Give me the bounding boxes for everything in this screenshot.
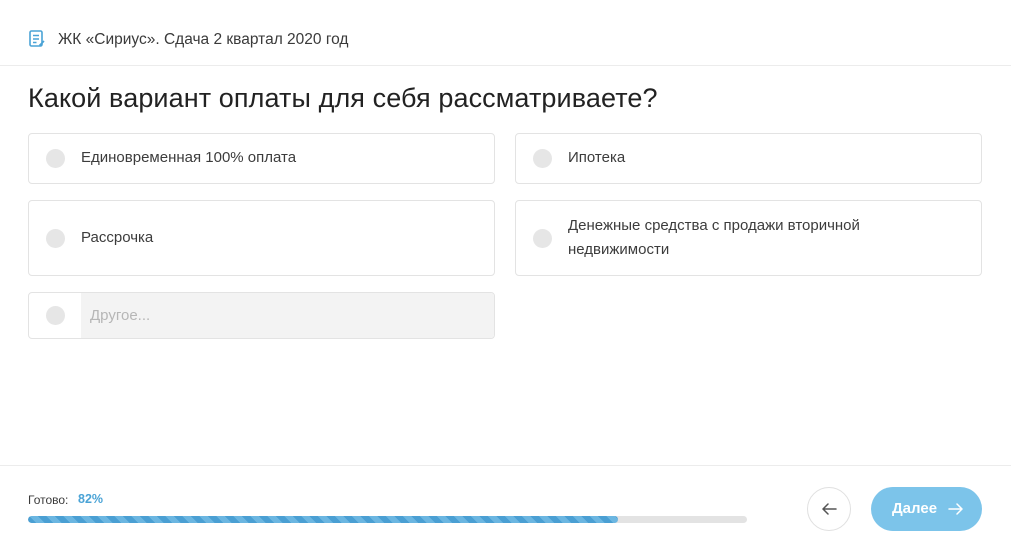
radio-button[interactable] [533,229,552,248]
arrow-right-icon [948,503,963,515]
radio-button[interactable] [46,306,65,325]
radio-button[interactable] [46,229,65,248]
option-label: Денежные средства с продажи вторичной не… [568,217,860,258]
header: ЖК «Сириус». Сдача 2 квартал 2020 год [0,0,1011,66]
back-button[interactable] [807,487,851,531]
form-icon [29,30,45,48]
progress-label: Готово: [28,493,69,507]
option-label: Единовременная 100% оплата [81,149,297,166]
next-button-label: Далее [892,500,938,517]
radio-button[interactable] [46,149,65,168]
next-button[interactable]: Далее [871,487,982,531]
footer: Готово: 82% Далее [0,465,1011,560]
progress-value: 82% [78,492,104,506]
option-label: Рассрочка [81,229,154,246]
option-label: Ипотека [568,149,626,166]
other-input[interactable] [81,293,494,338]
option-other[interactable] [28,292,495,339]
option-mortgage[interactable]: Ипотека [515,133,982,184]
question-title: Какой вариант оплаты для себя рассматрив… [28,83,658,113]
radio-button[interactable] [533,149,552,168]
progress-fill [28,516,618,523]
option-one-time-payment[interactable]: Единовременная 100% оплата [28,133,495,184]
option-secondary-property-sale[interactable]: Денежные средства с продажи вторичной не… [515,200,982,276]
header-title: ЖК «Сириус». Сдача 2 квартал 2020 год [58,31,349,48]
progress-bar [28,516,747,523]
option-installment[interactable]: Рассрочка [28,200,495,276]
arrow-left-icon [822,503,837,515]
